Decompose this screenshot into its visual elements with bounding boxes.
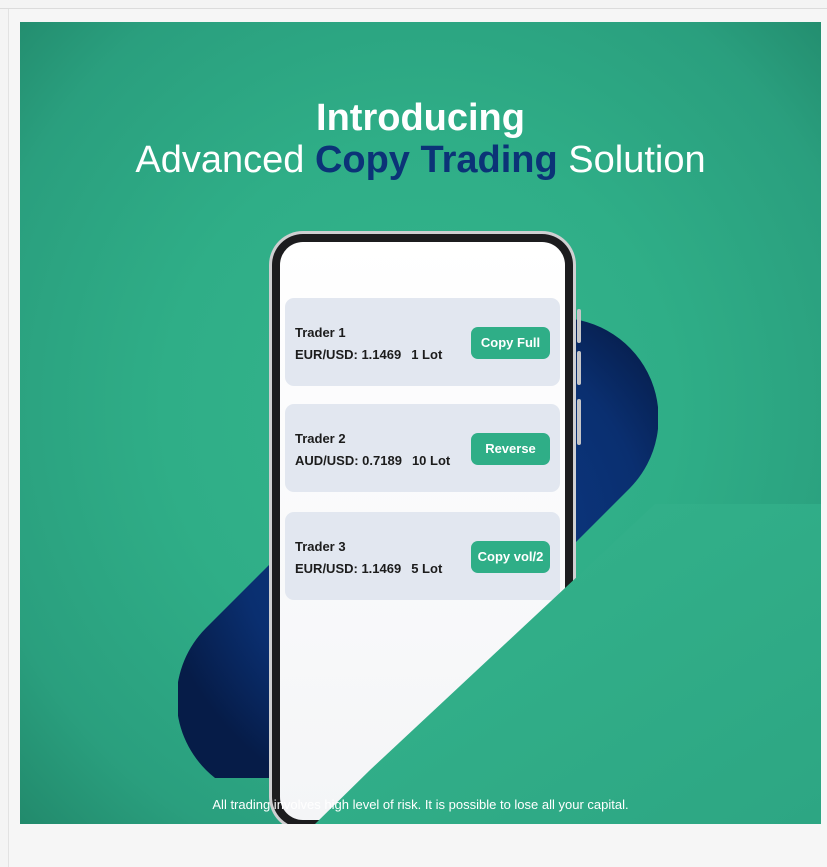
currency-pair-rate: EUR/USD: 1.1469 [295, 347, 402, 362]
phone-side-button [577, 309, 581, 343]
banner-title-line2: Advanced Copy Trading Solution [20, 139, 821, 182]
currency-pair-rate: EUR/USD: 1.1469 [295, 561, 402, 576]
trader-quote: EUR/USD: 1.1469 5 Lot [295, 561, 442, 576]
copy-half-volume-button[interactable]: Copy vol/2 [471, 541, 550, 573]
currency-pair-rate: AUD/USD: 0.7189 [295, 453, 402, 468]
trader-name: Trader 3 [295, 539, 346, 554]
title-suffix: Solution [557, 139, 706, 181]
trader-name: Trader 1 [295, 325, 346, 340]
phone-side-button [577, 351, 581, 385]
promo-banner: Introducing Advanced Copy Trading Soluti… [20, 22, 821, 824]
copy-full-button[interactable]: Copy Full [471, 327, 550, 359]
trader-card: Trader 1 EUR/USD: 1.1469 1 Lot Copy Full [285, 298, 560, 386]
title-accent: Copy Trading [314, 139, 558, 181]
phone-side-button [577, 399, 581, 445]
trader-card: Trader 2 AUD/USD: 0.7189 10 Lot Reverse [285, 404, 560, 492]
lot-size: 10 Lot [411, 453, 451, 468]
trader-quote: EUR/USD: 1.1469 1 Lot [295, 347, 442, 362]
title-prefix: Advanced [135, 139, 315, 181]
risk-disclaimer: All trading involves high level of risk.… [212, 797, 629, 812]
lot-size: 5 Lot [411, 561, 443, 576]
trader-quote: AUD/USD: 0.7189 10 Lot [295, 453, 450, 468]
trader-card: Trader 3 EUR/USD: 1.1469 5 Lot Copy vol/2 [285, 512, 560, 600]
reverse-button[interactable]: Reverse [471, 433, 550, 465]
lot-size: 1 Lot [411, 347, 443, 362]
banner-title-line1: Introducing [316, 97, 525, 139]
trader-name: Trader 2 [295, 431, 346, 446]
